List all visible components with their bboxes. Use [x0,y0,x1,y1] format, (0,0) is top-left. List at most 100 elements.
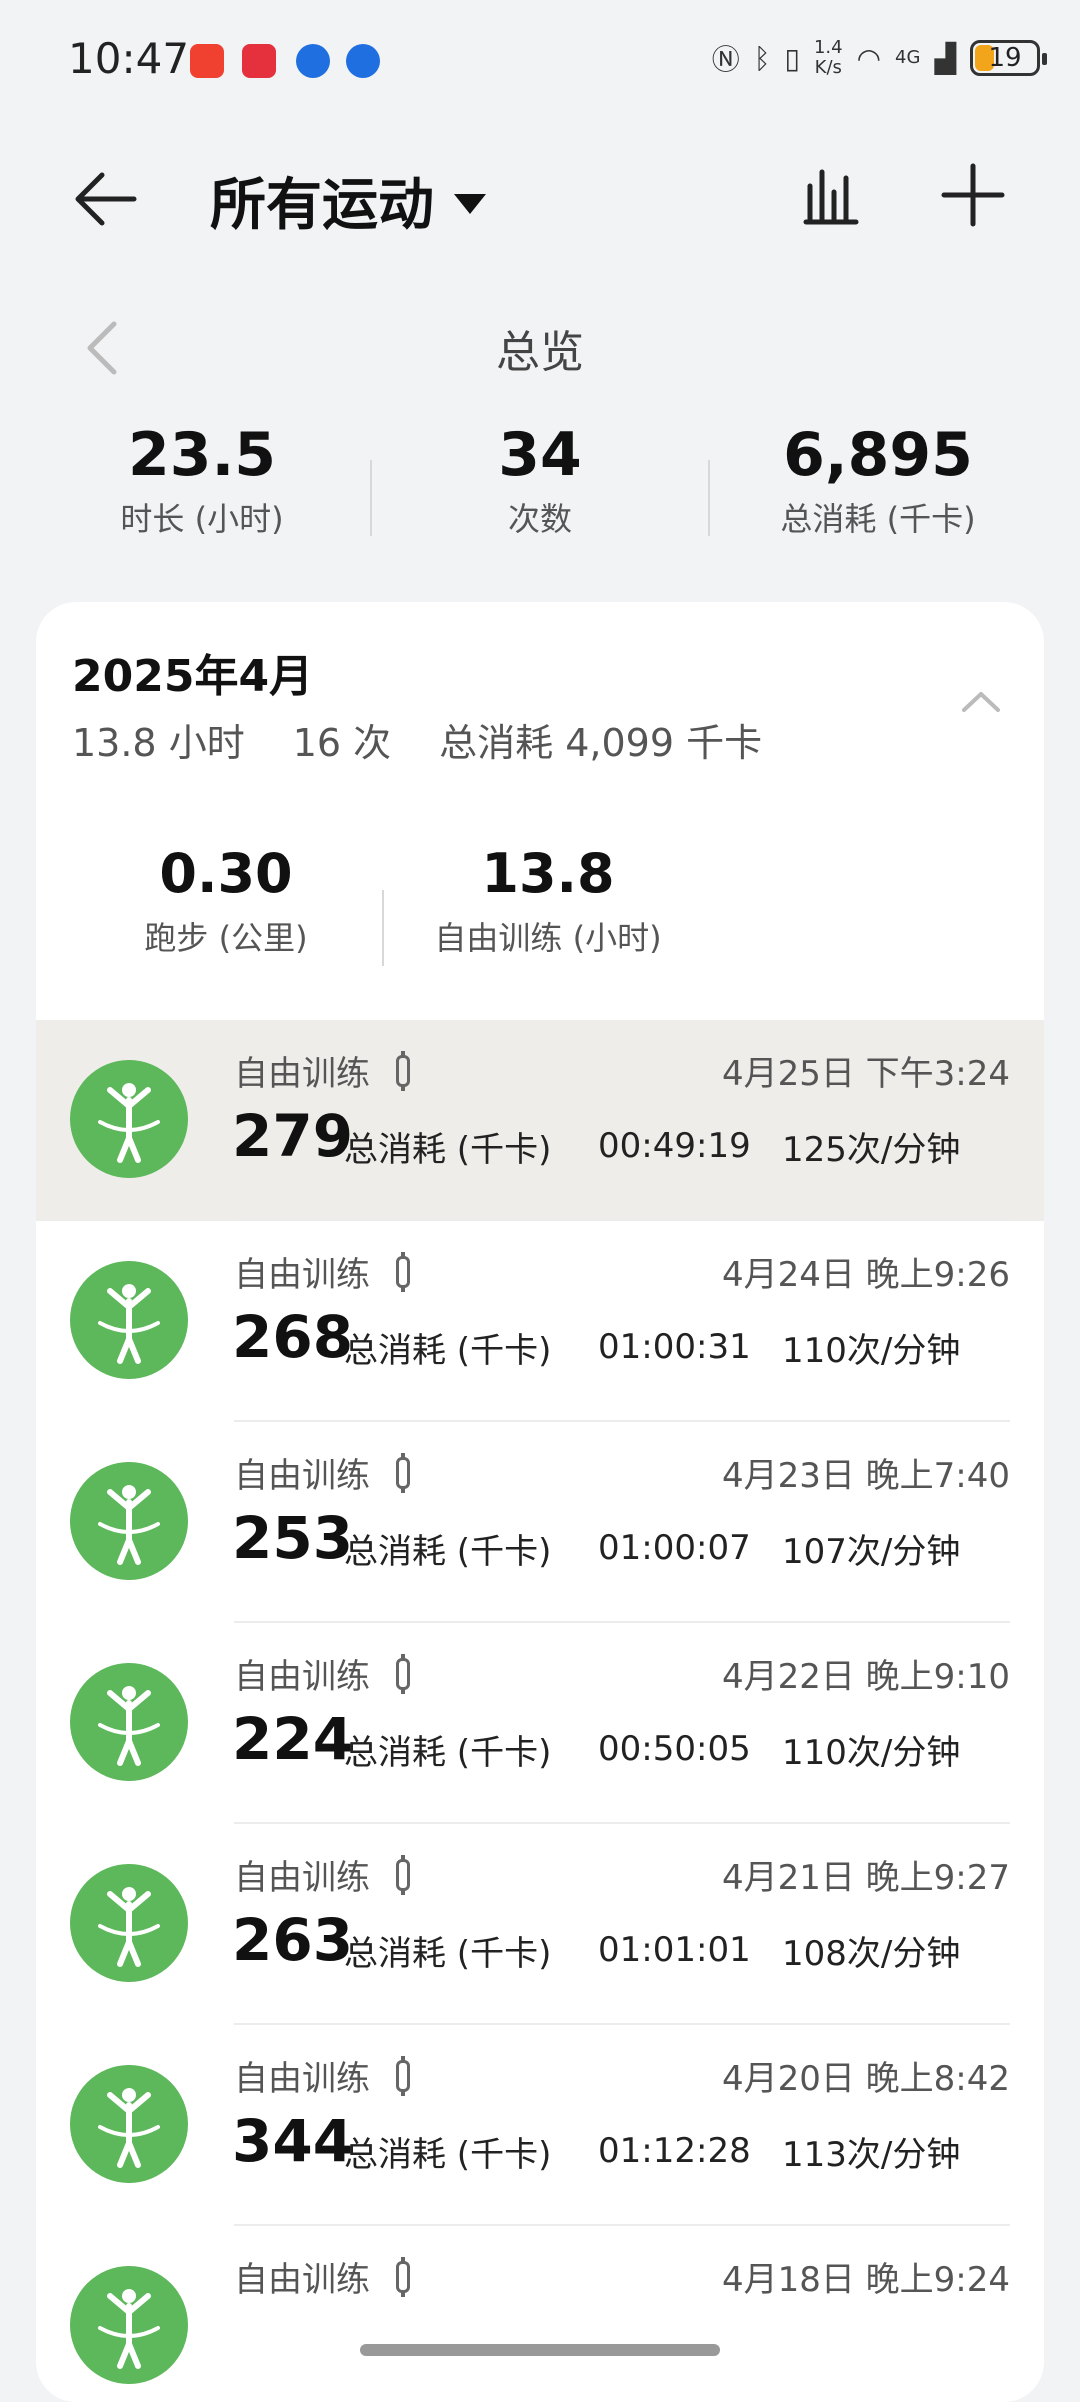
activity-name-wrap: 自由训练 [234,1850,410,1899]
free-training-icon [98,1284,160,1364]
page-title: 所有运动 [210,173,434,238]
month-type-running: 0.30 跑步 (公里) [144,842,308,957]
back-arrow-icon [75,172,137,226]
activity-name: 自由训练 [234,1255,370,1295]
month-title: 2025年4月 [72,651,314,702]
home-indicator[interactable] [360,2344,720,2356]
activity-row[interactable]: 自由训练 4月25日 下午3:24 279 总消耗 (千卡) 00:49:19 … [36,1020,1044,1221]
activity-heart-rate: 110次/分钟 [782,1733,961,1773]
signal-icon: ▟ [934,41,956,75]
free-training-icon [98,1485,160,1565]
statistics-button[interactable] [800,164,862,226]
activity-avatar [70,2065,188,2183]
network-type: 4G [895,47,921,68]
watch-icon [396,2256,410,2297]
activity-time: 4月20日 晚上8:42 [721,2059,1010,2099]
activity-avatar [70,1864,188,1982]
plus-icon [941,163,1005,227]
add-record-button[interactable] [940,162,1006,228]
activity-name: 自由训练 [234,1054,370,1094]
battery-icon: 19 [970,40,1047,76]
activity-duration: 01:12:28 [598,2131,751,2171]
notification-app-icon [296,44,330,78]
activity-name: 自由训练 [234,2059,370,2099]
activity-avatar [70,1663,188,1781]
activity-row[interactable]: 自由训练 4月24日 晚上9:26 268 总消耗 (千卡) 01:00:31 … [36,1221,1044,1422]
notification-app-icon [242,44,276,78]
activity-calories: 263 [232,1906,354,1974]
free-training-icon [98,1083,160,1163]
status-bar: 10:47 Ⓝ ᛒ ▯ 1.4 K/s ◠ 4G ▟ 19 [0,0,1080,120]
activity-time: 4月18日 晚上9:24 [721,2260,1010,2300]
divider [382,890,384,966]
collapse-button[interactable] [956,680,1006,720]
activity-row[interactable]: 自由训练 4月20日 晚上8:42 344 总消耗 (千卡) 01:12:28 … [36,2025,1044,2226]
summary-calories: 6,895 总消耗 (千卡) [780,420,976,538]
activity-name-wrap: 自由训练 [234,1247,410,1296]
activity-duration: 01:01:01 [598,1930,751,1970]
vibrate-icon: ▯ [784,41,800,75]
activity-calories-label: 总消耗 (千卡) [344,1733,552,1773]
activity-avatar [70,2266,188,2384]
activity-avatar [70,1060,188,1178]
activity-heart-rate: 125次/分钟 [782,1130,961,1170]
activity-calories-label: 总消耗 (千卡) [344,1934,552,1974]
activity-calories: 279 [232,1102,354,1170]
bluetooth-icon: ᛒ [753,41,771,75]
activity-heart-rate: 107次/分钟 [782,1532,961,1572]
activity-calories-label: 总消耗 (千卡) [344,1331,552,1371]
sport-filter-dropdown[interactable]: 所有运动 [210,160,486,241]
activity-calories-label: 总消耗 (千卡) [344,2135,552,2175]
wifi-icon: ◠ [856,41,882,75]
activity-heart-rate: 113次/分钟 [782,2135,961,2175]
activity-heart-rate: 110次/分钟 [782,1331,961,1371]
activity-time: 4月24日 晚上9:26 [721,1255,1010,1295]
activity-row[interactable]: 自由训练 4月18日 晚上9:24 [36,2226,1044,2402]
activity-row[interactable]: 自由训练 4月21日 晚上9:27 263 总消耗 (千卡) 01:01:01 … [36,1824,1044,2025]
summary-count: 34 次数 [498,420,582,538]
watch-icon [396,1050,410,1091]
watch-icon [396,1653,410,1694]
free-training-icon [98,2289,160,2369]
activity-name: 自由训练 [234,1858,370,1898]
activity-heart-rate: 108次/分钟 [782,1934,961,1974]
activity-calories-label: 总消耗 (千卡) [344,1532,552,1572]
activity-calories: 224 [232,1705,354,1773]
activity-name-wrap: 自由训练 [234,1448,410,1497]
back-button[interactable] [70,164,140,234]
watch-icon [396,1251,410,1292]
notification-app-icon [190,44,224,78]
month-stats: 13.8 小时 16 次 总消耗 4,099 千卡 [72,712,762,767]
activity-time: 4月21日 晚上9:27 [721,1858,1010,1898]
bar-chart-icon [803,169,859,225]
activity-duration: 01:00:07 [598,1528,751,1568]
free-training-icon [98,1686,160,1766]
summary-duration: 23.5 时长 (小时) [120,420,284,538]
notification-app-icon [346,44,380,78]
status-time: 10:47 [68,34,190,83]
activity-avatar [70,1261,188,1379]
activity-calories-label: 总消耗 (千卡) [344,1130,552,1170]
free-training-icon [98,2088,160,2168]
activity-name: 自由训练 [234,1456,370,1496]
activity-avatar [70,1462,188,1580]
activity-time: 4月23日 晚上7:40 [721,1456,1010,1496]
activity-duration: 00:49:19 [598,1126,751,1166]
chevron-up-icon [962,692,1000,712]
nfc-icon: Ⓝ [711,43,740,76]
month-total: 总消耗 4,099 千卡 [439,721,763,765]
activity-name-wrap: 自由训练 [234,2051,410,2100]
overview-summary: 23.5 时长 (小时) 34 次数 6,895 总消耗 (千卡) [0,420,1080,560]
activity-calories: 268 [232,1303,354,1371]
activity-name: 自由训练 [234,2260,370,2300]
month-hours: 13.8 小时 [72,721,245,765]
watch-icon [396,1452,410,1493]
activity-calories: 253 [232,1504,354,1572]
activity-name-wrap: 自由训练 [234,1649,410,1698]
activity-row[interactable]: 自由训练 4月23日 晚上7:40 253 总消耗 (千卡) 01:00:07 … [36,1422,1044,1623]
activity-row[interactable]: 自由训练 4月22日 晚上9:10 224 总消耗 (千卡) 00:50:05 … [36,1623,1044,1824]
activity-name-wrap: 自由训练 [234,1046,410,1095]
month-count: 16 次 [292,721,392,765]
activity-duration: 01:00:31 [598,1327,751,1367]
month-card: 2025年4月 13.8 小时 16 次 总消耗 4,099 千卡 0.30 跑… [36,602,1044,2402]
